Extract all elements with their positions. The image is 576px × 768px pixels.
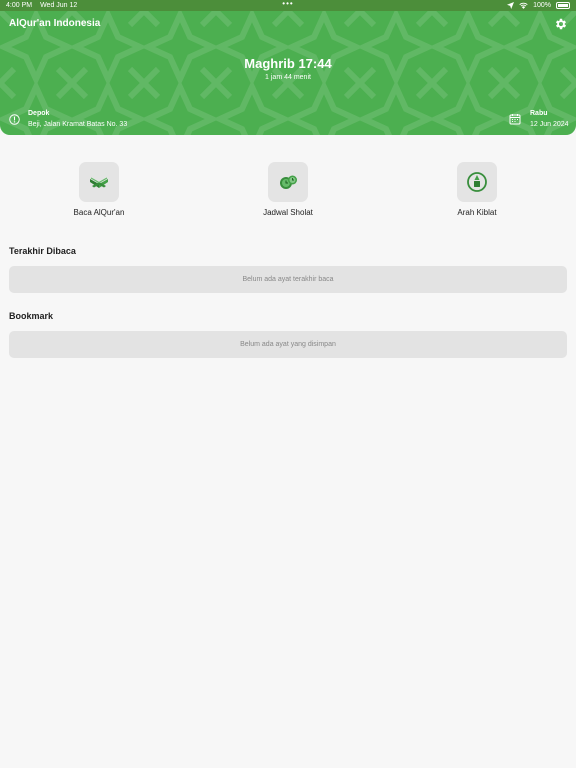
geometric-pattern [0, 11, 576, 135]
bookmark-title: Bookmark [9, 311, 54, 321]
date-full: 12 Jun 2024 [530, 121, 569, 128]
prayer-header: AlQur'an Indonesia Maghrib 17:44 1 jam 4… [0, 11, 576, 135]
menu-label: Baca AlQur'an [73, 208, 125, 217]
location-address: Beji, Jalan Kramat Batas No. 33 [28, 121, 128, 128]
menu-label: Jadwal Sholat [263, 208, 313, 217]
next-prayer-time: Maghrib 17:44 [244, 56, 332, 71]
menu-tile[interactable] [268, 162, 308, 202]
menu-baca-alquran[interactable]: Baca AlQur'an [59, 162, 139, 217]
battery-percent: 100% [533, 2, 551, 9]
date-day: Rabu [530, 110, 548, 117]
menu-jadwal-sholat[interactable]: Jadwal Sholat [248, 162, 328, 217]
menu-tile[interactable] [457, 162, 497, 202]
last-read-title: Terakhir Dibaca [9, 246, 76, 256]
calendar-icon[interactable] [509, 113, 521, 125]
wifi-icon [519, 2, 528, 9]
last-read-empty: Belum ada ayat terakhir baca [9, 266, 567, 293]
time-remaining: 1 jam 44 menit [265, 74, 311, 81]
menu-tile[interactable] [79, 162, 119, 202]
prayer-time-icon [280, 175, 297, 189]
battery-icon [556, 2, 570, 9]
multitasking-dots-icon[interactable]: ••• [282, 0, 293, 8]
location-info-icon[interactable] [9, 114, 20, 125]
app-title: AlQur'an Indonesia [9, 18, 101, 29]
status-date: Wed Jun 12 [40, 2, 78, 9]
location-city: Depok [28, 110, 50, 117]
bookmark-empty: Belum ada ayat yang disimpan [9, 331, 567, 358]
status-bar: 4:00 PM Wed Jun 12 ••• 100% [0, 0, 576, 11]
status-time: 4:00 PM [6, 2, 33, 9]
quran-icon [90, 177, 108, 188]
qibla-compass-icon [467, 172, 487, 192]
menu-label: Arah Kiblat [457, 208, 497, 217]
gear-icon[interactable] [554, 17, 568, 31]
location-arrow-icon [507, 2, 515, 9]
menu-arah-kiblat[interactable]: Arah Kiblat [437, 162, 517, 217]
